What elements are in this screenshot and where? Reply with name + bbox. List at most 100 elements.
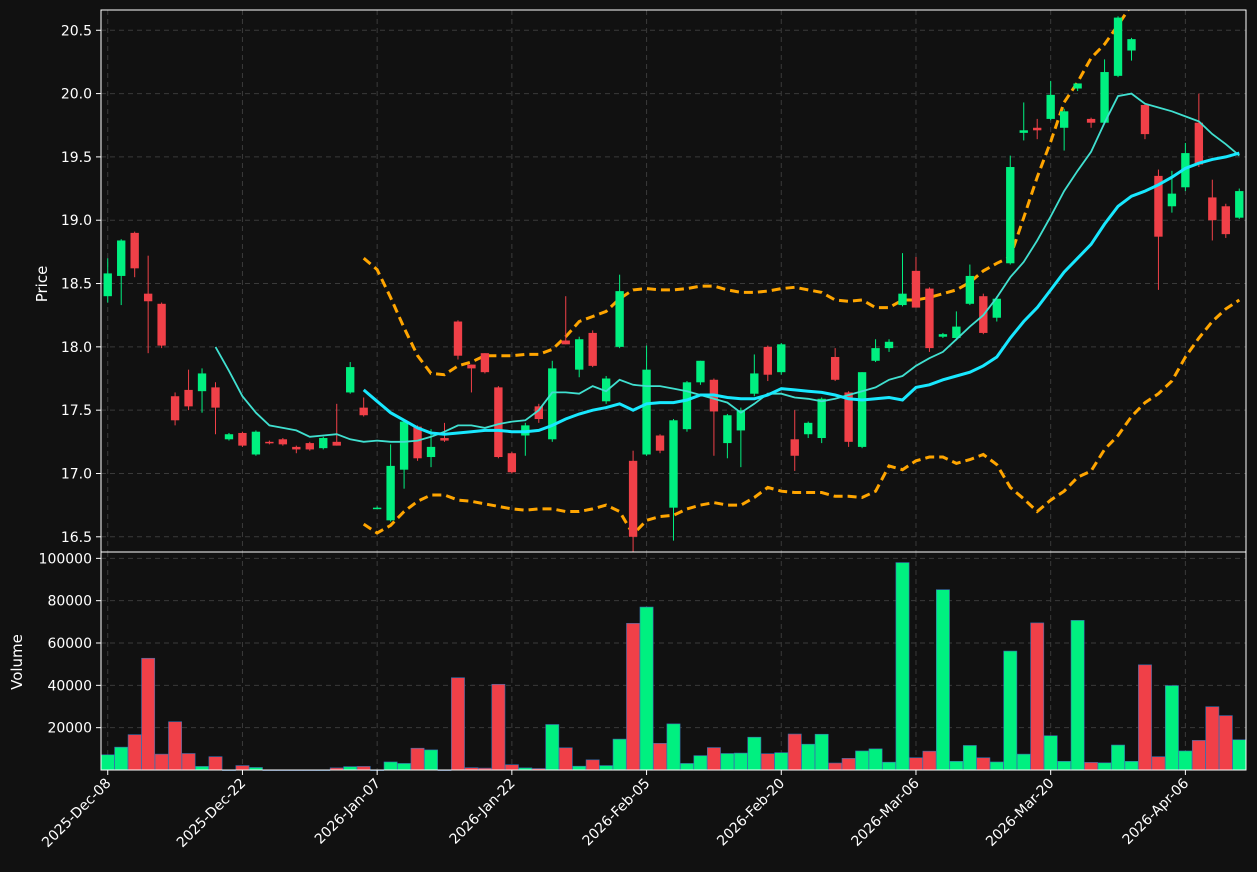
candle-body <box>871 348 880 361</box>
volume-bar <box>774 752 789 771</box>
volume-bar <box>1003 650 1018 771</box>
volume-bar <box>195 766 209 771</box>
candle-body <box>143 293 153 302</box>
candle-body <box>265 441 274 444</box>
candle-body <box>1221 206 1230 235</box>
price-tick-label: 20.0 <box>61 87 92 103</box>
volume-bar <box>599 765 614 771</box>
candle-body <box>830 356 840 380</box>
candle-body <box>804 422 813 435</box>
candle-body <box>103 273 112 297</box>
volume-bar <box>855 750 869 771</box>
volume-bar <box>895 562 910 771</box>
volume-bar <box>1178 750 1193 771</box>
price-tick-label: 20.5 <box>61 23 92 39</box>
candle-body <box>965 275 975 304</box>
volume-bar <box>1043 735 1058 771</box>
candle-body <box>372 507 382 510</box>
candle-body <box>790 439 799 456</box>
candle-body <box>494 387 503 458</box>
candle-body <box>386 465 395 521</box>
volume-bar <box>787 733 802 771</box>
candle-body <box>197 373 207 392</box>
candle-body <box>696 360 705 383</box>
volume-bar <box>814 733 829 771</box>
candle-body <box>413 426 422 459</box>
volume-bar <box>801 743 816 771</box>
volume-bar <box>828 762 843 771</box>
volume-bar <box>141 657 156 771</box>
volume-bar <box>208 756 223 771</box>
volume-bar <box>868 748 883 771</box>
candle-body <box>1194 122 1204 165</box>
volume-bar <box>181 753 196 771</box>
candle-body <box>1019 130 1028 133</box>
candle-body <box>898 293 907 306</box>
candle-body <box>426 446 436 458</box>
candle-body <box>1086 118 1096 123</box>
candle-body <box>224 434 234 440</box>
volume-bar <box>1205 706 1220 771</box>
candle-body <box>1208 197 1217 221</box>
volume-bar <box>1232 739 1247 771</box>
volume-bar <box>235 765 250 771</box>
volume-bar <box>989 761 1004 771</box>
volume-bar <box>976 757 991 771</box>
candle-body <box>884 341 894 349</box>
candle-body <box>1059 111 1069 128</box>
volume-bar <box>1097 762 1112 771</box>
volume-bar <box>949 761 964 771</box>
volume-bar <box>127 734 142 771</box>
volume-bar <box>451 677 465 771</box>
candle-body <box>642 369 651 455</box>
volume-bar <box>1070 620 1085 771</box>
candle-body <box>440 438 449 441</box>
price-tick-label: 19.0 <box>61 213 92 229</box>
volume-bar <box>760 753 775 771</box>
candle-body <box>561 340 570 345</box>
candle-body <box>857 372 867 447</box>
volume-bar <box>1165 685 1179 771</box>
candle-body <box>292 446 301 450</box>
volume-bar <box>841 758 856 771</box>
volume-bar <box>1151 756 1166 771</box>
volume-bar <box>1191 740 1206 771</box>
volume-bar <box>585 759 600 771</box>
volume-bar <box>882 761 896 771</box>
candle-body <box>669 420 678 508</box>
volume-bar <box>572 765 587 771</box>
candle-body <box>925 288 934 349</box>
candle-body <box>184 389 193 407</box>
volume-tick-label: 80000 <box>47 594 92 610</box>
candlestick-chart: 16.5 17.0 17.5 18.0 18.5 19.0 19.5 20.0 20.5 2000… <box>0 0 1257 872</box>
candle-body <box>1006 167 1015 264</box>
volume-bar <box>424 749 438 771</box>
candle-body <box>238 432 247 446</box>
candle-body <box>467 364 476 369</box>
volume-tick-label: 40000 <box>47 678 92 694</box>
candle-body <box>911 270 921 308</box>
volume-bar <box>733 752 748 771</box>
volume-bar <box>356 766 371 771</box>
candle-body <box>1033 127 1042 131</box>
volume-bar <box>936 589 950 771</box>
volume-bar <box>680 763 694 771</box>
volume-bar <box>504 764 519 771</box>
candle-body <box>170 396 180 421</box>
candle-body <box>575 339 584 370</box>
volume-bar <box>1124 761 1139 771</box>
volume-bar <box>343 766 358 771</box>
candle-body <box>628 460 638 537</box>
candle-body <box>1127 39 1136 51</box>
candle-body <box>615 291 624 347</box>
volume-bar <box>612 738 627 771</box>
candle-body <box>548 368 557 440</box>
candle-body <box>332 441 341 446</box>
volume-bar <box>653 743 667 771</box>
volume-bar <box>1111 744 1125 771</box>
volume-bar <box>1030 622 1045 771</box>
candle-body <box>750 373 759 394</box>
candle-body <box>763 346 772 375</box>
volume-bar <box>545 724 560 771</box>
volume-tick-label: 20000 <box>47 721 92 737</box>
